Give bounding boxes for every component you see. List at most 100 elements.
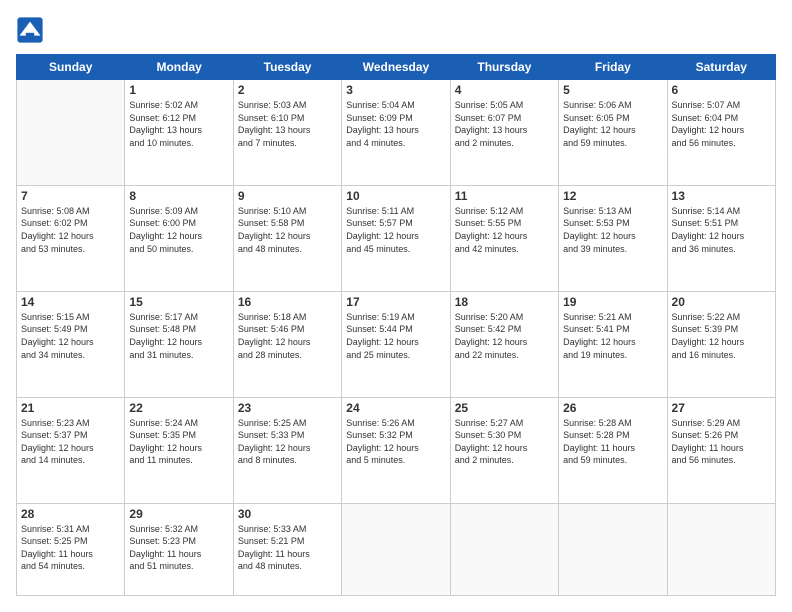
calendar-cell: [559, 503, 667, 596]
day-info: Sunrise: 5:02 AM Sunset: 6:12 PM Dayligh…: [129, 99, 228, 149]
day-info: Sunrise: 5:13 AM Sunset: 5:53 PM Dayligh…: [563, 205, 662, 255]
calendar-cell: 14Sunrise: 5:15 AM Sunset: 5:49 PM Dayli…: [17, 291, 125, 397]
day-info: Sunrise: 5:26 AM Sunset: 5:32 PM Dayligh…: [346, 417, 445, 467]
calendar-cell: 17 Sunrise: 5:19 AM Sunset: 5:44 PM Dayli…: [342, 291, 450, 397]
day-number: 3: [346, 83, 445, 97]
calendar-cell: 13 Sunrise: 5:14 AM Sunset: 5:51 PM Dayli…: [667, 185, 775, 291]
day-info: Sunrise: 5:07 AM Sunset: 6:04 PM Dayligh…: [672, 99, 771, 149]
week-row-4: 21 Sunrise: 5:23 AM Sunset: 5:37 PM Dayli…: [17, 397, 776, 503]
day-number: 27: [672, 401, 771, 415]
calendar-cell: 20 Sunrise: 5:22 AM Sunset: 5:39 PM Dayli…: [667, 291, 775, 397]
weekday-header-row: SundayMondayTuesdayWednesdayThursdayFrid…: [17, 55, 776, 80]
day-info: Sunrise: 5:17 AM Sunset: 5:48 PM Dayligh…: [129, 311, 228, 361]
day-number: 4: [455, 83, 554, 97]
day-info: Sunrise: 5:12 AM Sunset: 5:55 PM Dayligh…: [455, 205, 554, 255]
calendar-cell: 27 Sunrise: 5:29 AM Sunset: 5:26 PM Dayli…: [667, 397, 775, 503]
calendar-table: SundayMondayTuesdayWednesdayThursdayFrid…: [16, 54, 776, 596]
day-number: 7: [21, 189, 120, 203]
day-number: 10: [346, 189, 445, 203]
day-info: Sunrise: 5:21 AM Sunset: 5:41 PM Dayligh…: [563, 311, 662, 361]
day-info: Sunrise: 5:32 AM Sunset: 5:23 PM Dayligh…: [129, 523, 228, 573]
calendar-cell: [342, 503, 450, 596]
calendar-cell: [17, 80, 125, 186]
day-info: Sunrise: 5:11 AM Sunset: 5:57 PM Dayligh…: [346, 205, 445, 255]
calendar-cell: 5Sunrise: 5:06 AM Sunset: 6:05 PM Daylig…: [559, 80, 667, 186]
weekday-header-thursday: Thursday: [450, 55, 558, 80]
day-info: Sunrise: 5:31 AM Sunset: 5:25 PM Dayligh…: [21, 523, 120, 573]
weekday-header-sunday: Sunday: [17, 55, 125, 80]
day-number: 11: [455, 189, 554, 203]
day-number: 17: [346, 295, 445, 309]
calendar-page: SundayMondayTuesdayWednesdayThursdayFrid…: [0, 0, 792, 612]
weekday-header-wednesday: Wednesday: [342, 55, 450, 80]
day-info: Sunrise: 5:03 AM Sunset: 6:10 PM Dayligh…: [238, 99, 337, 149]
day-info: Sunrise: 5:19 AM Sunset: 5:44 PM Dayligh…: [346, 311, 445, 361]
calendar-cell: [667, 503, 775, 596]
week-row-3: 14Sunrise: 5:15 AM Sunset: 5:49 PM Dayli…: [17, 291, 776, 397]
calendar-cell: 19 Sunrise: 5:21 AM Sunset: 5:41 PM Dayli…: [559, 291, 667, 397]
day-info: Sunrise: 5:28 AM Sunset: 5:28 PM Dayligh…: [563, 417, 662, 467]
day-info: Sunrise: 5:18 AM Sunset: 5:46 PM Dayligh…: [238, 311, 337, 361]
calendar-cell: 1Sunrise: 5:02 AM Sunset: 6:12 PM Daylig…: [125, 80, 233, 186]
day-number: 15: [129, 295, 228, 309]
calendar-cell: 12 Sunrise: 5:13 AM Sunset: 5:53 PM Dayli…: [559, 185, 667, 291]
week-row-5: 28 Sunrise: 5:31 AM Sunset: 5:25 PM Dayli…: [17, 503, 776, 596]
calendar-cell: 2 Sunrise: 5:03 AM Sunset: 6:10 PM Daylig…: [233, 80, 341, 186]
day-number: 6: [672, 83, 771, 97]
calendar-cell: 9 Sunrise: 5:10 AM Sunset: 5:58 PM Daylig…: [233, 185, 341, 291]
calendar-cell: 6 Sunrise: 5:07 AM Sunset: 6:04 PM Daylig…: [667, 80, 775, 186]
day-info: Sunrise: 5:05 AM Sunset: 6:07 PM Dayligh…: [455, 99, 554, 149]
calendar-cell: 29Sunrise: 5:32 AM Sunset: 5:23 PM Dayli…: [125, 503, 233, 596]
day-info: Sunrise: 5:23 AM Sunset: 5:37 PM Dayligh…: [21, 417, 120, 467]
calendar-cell: 16Sunrise: 5:18 AM Sunset: 5:46 PM Dayli…: [233, 291, 341, 397]
week-row-2: 7Sunrise: 5:08 AM Sunset: 6:02 PM Daylig…: [17, 185, 776, 291]
weekday-header-saturday: Saturday: [667, 55, 775, 80]
day-number: 25: [455, 401, 554, 415]
day-number: 28: [21, 507, 120, 521]
day-info: Sunrise: 5:15 AM Sunset: 5:49 PM Dayligh…: [21, 311, 120, 361]
weekday-header-tuesday: Tuesday: [233, 55, 341, 80]
day-number: 13: [672, 189, 771, 203]
calendar-cell: 4 Sunrise: 5:05 AM Sunset: 6:07 PM Daylig…: [450, 80, 558, 186]
day-info: Sunrise: 5:27 AM Sunset: 5:30 PM Dayligh…: [455, 417, 554, 467]
calendar-cell: 30 Sunrise: 5:33 AM Sunset: 5:21 PM Dayli…: [233, 503, 341, 596]
calendar-cell: 11 Sunrise: 5:12 AM Sunset: 5:55 PM Dayli…: [450, 185, 558, 291]
calendar-cell: 24 Sunrise: 5:26 AM Sunset: 5:32 PM Dayli…: [342, 397, 450, 503]
day-info: Sunrise: 5:10 AM Sunset: 5:58 PM Dayligh…: [238, 205, 337, 255]
day-info: Sunrise: 5:14 AM Sunset: 5:51 PM Dayligh…: [672, 205, 771, 255]
week-row-1: 1Sunrise: 5:02 AM Sunset: 6:12 PM Daylig…: [17, 80, 776, 186]
day-number: 2: [238, 83, 337, 97]
day-info: Sunrise: 5:20 AM Sunset: 5:42 PM Dayligh…: [455, 311, 554, 361]
day-number: 22: [129, 401, 228, 415]
calendar-cell: 8 Sunrise: 5:09 AM Sunset: 6:00 PM Daylig…: [125, 185, 233, 291]
calendar-cell: 18 Sunrise: 5:20 AM Sunset: 5:42 PM Dayli…: [450, 291, 558, 397]
day-info: Sunrise: 5:22 AM Sunset: 5:39 PM Dayligh…: [672, 311, 771, 361]
weekday-header-friday: Friday: [559, 55, 667, 80]
day-info: Sunrise: 5:33 AM Sunset: 5:21 PM Dayligh…: [238, 523, 337, 573]
logo: [16, 16, 48, 44]
calendar-cell: 10 Sunrise: 5:11 AM Sunset: 5:57 PM Dayli…: [342, 185, 450, 291]
day-info: Sunrise: 5:04 AM Sunset: 6:09 PM Dayligh…: [346, 99, 445, 149]
day-number: 9: [238, 189, 337, 203]
header: [16, 16, 776, 44]
calendar-cell: 15 Sunrise: 5:17 AM Sunset: 5:48 PM Dayli…: [125, 291, 233, 397]
day-number: 26: [563, 401, 662, 415]
day-number: 18: [455, 295, 554, 309]
day-number: 5: [563, 83, 662, 97]
weekday-header-monday: Monday: [125, 55, 233, 80]
day-number: 19: [563, 295, 662, 309]
day-info: Sunrise: 5:24 AM Sunset: 5:35 PM Dayligh…: [129, 417, 228, 467]
day-number: 30: [238, 507, 337, 521]
day-info: Sunrise: 5:29 AM Sunset: 5:26 PM Dayligh…: [672, 417, 771, 467]
day-number: 21: [21, 401, 120, 415]
calendar-cell: 3 Sunrise: 5:04 AM Sunset: 6:09 PM Daylig…: [342, 80, 450, 186]
calendar-cell: 25 Sunrise: 5:27 AM Sunset: 5:30 PM Dayli…: [450, 397, 558, 503]
day-number: 20: [672, 295, 771, 309]
day-info: Sunrise: 5:09 AM Sunset: 6:00 PM Dayligh…: [129, 205, 228, 255]
calendar-cell: 23Sunrise: 5:25 AM Sunset: 5:33 PM Dayli…: [233, 397, 341, 503]
calendar-cell: 7Sunrise: 5:08 AM Sunset: 6:02 PM Daylig…: [17, 185, 125, 291]
calendar-cell: 28 Sunrise: 5:31 AM Sunset: 5:25 PM Dayli…: [17, 503, 125, 596]
day-number: 12: [563, 189, 662, 203]
day-number: 8: [129, 189, 228, 203]
day-number: 24: [346, 401, 445, 415]
